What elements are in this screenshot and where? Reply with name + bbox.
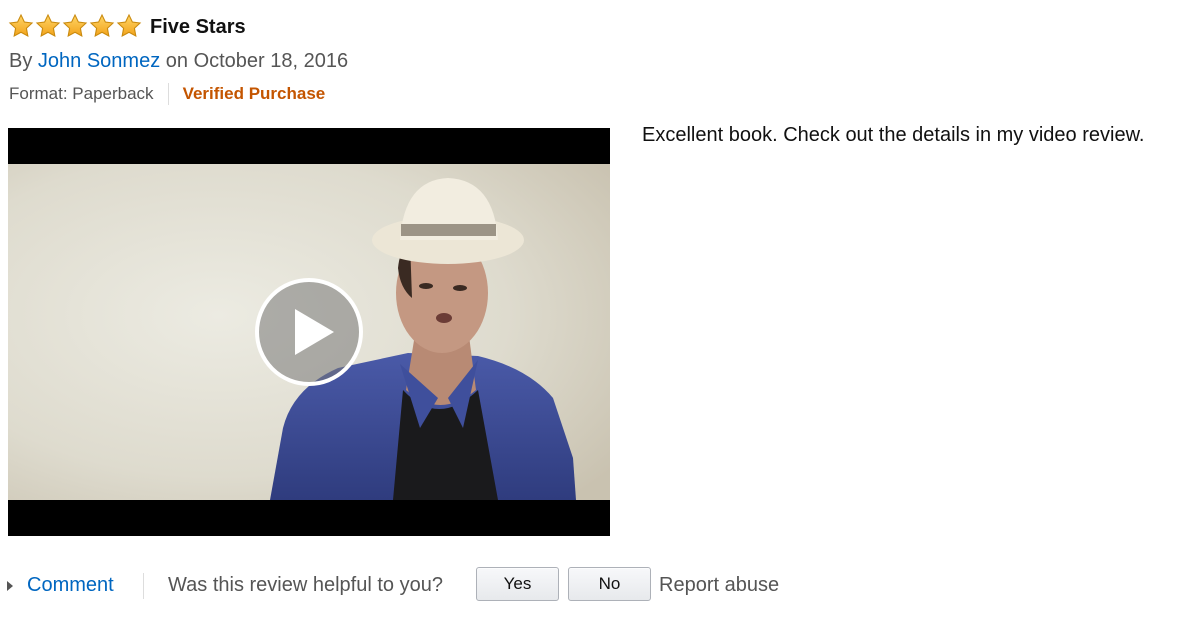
divider — [167, 83, 169, 105]
star-icon — [116, 13, 142, 39]
star-icon — [62, 13, 88, 39]
caret-right-icon[interactable] — [7, 581, 13, 591]
verified-purchase-badge: Verified Purchase — [182, 84, 326, 103]
review-actions: Comment Was this review helpful to you? … — [0, 567, 1200, 605]
star-icon — [89, 13, 115, 39]
star-icon — [35, 13, 61, 39]
comment-link[interactable]: Comment — [27, 572, 114, 598]
no-button[interactable]: No — [568, 567, 651, 601]
report-abuse-link[interactable]: Report abuse — [659, 572, 779, 598]
review-date: on October 18, 2016 — [165, 50, 349, 72]
star-rating — [8, 13, 142, 39]
review-title[interactable]: Five Stars — [150, 15, 246, 39]
video-player[interactable] — [8, 128, 610, 536]
by-label: By — [9, 50, 33, 72]
yes-button[interactable]: Yes — [476, 567, 559, 601]
play-icon[interactable] — [254, 277, 364, 387]
author-link[interactable]: John Sonmez — [38, 50, 160, 72]
review-body: Excellent book. Check out the details in… — [642, 124, 1145, 146]
review-byline: By John Sonmez on October 18, 2016 — [9, 49, 348, 73]
format-label: Format: Paperback — [9, 84, 154, 103]
divider — [143, 573, 144, 599]
star-icon — [8, 13, 34, 39]
format-row: Format: Paperback Verified Purchase — [9, 83, 325, 105]
helpful-question: Was this review helpful to you? — [168, 574, 443, 596]
